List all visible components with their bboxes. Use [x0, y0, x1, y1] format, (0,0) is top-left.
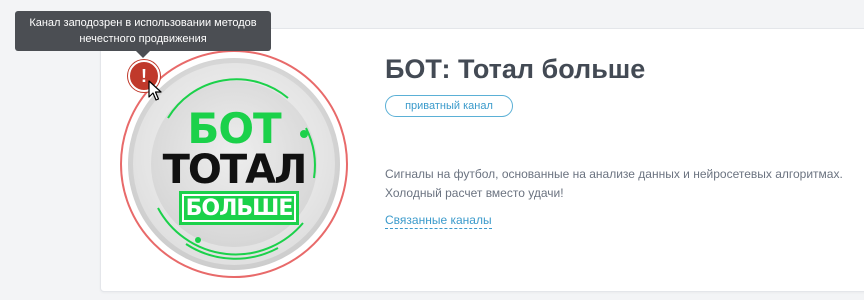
warning-tooltip: Канал заподозрен в использовании методов… [15, 11, 271, 51]
related-channels-link[interactable]: Связанные каналы [385, 213, 492, 229]
tooltip-arrow [136, 51, 150, 58]
logo-text-bot: БОТ [187, 104, 281, 153]
logo-text-bolshe: БОЛЬШЕ [182, 194, 296, 222]
exclamation-icon: ! [141, 65, 147, 86]
channel-description: Сигналы на футбол, основанные на анализе… [385, 165, 855, 203]
private-channel-badge[interactable]: приватный канал [385, 95, 513, 117]
logo-text-total: ТОТАЛ [162, 147, 308, 193]
tooltip-line1: Канал заподозрен в использовании методов [29, 17, 257, 29]
tooltip-line2: нечестного продвижения [79, 33, 207, 45]
description-line2: Холодный расчет вместо удачи! [385, 186, 564, 200]
logo-box: БОЛЬШЕ [179, 191, 299, 225]
mouse-cursor-icon [148, 80, 162, 101]
channel-title: БОТ: Тотал больше [385, 54, 646, 84]
description-line1: Сигналы на футбол, основанные на анализе… [385, 167, 843, 181]
